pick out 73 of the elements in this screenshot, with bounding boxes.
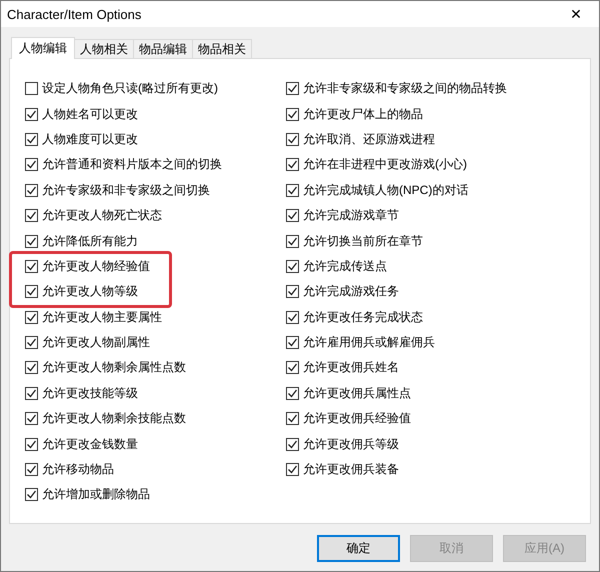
- window-title: Character/Item Options: [7, 6, 142, 22]
- option-label[interactable]: 允许雇用佣兵或解雇佣兵: [303, 334, 435, 352]
- option-label[interactable]: 允许更改人物经验值: [42, 258, 150, 275]
- option-label[interactable]: 允许更改人物副属性: [42, 334, 150, 352]
- checkbox[interactable]: [25, 132, 38, 146]
- checkbox[interactable]: [25, 463, 38, 476]
- tab[interactable]: 物品相关: [192, 39, 252, 58]
- checkbox[interactable]: [25, 285, 38, 298]
- tab[interactable]: 物品编辑: [133, 39, 193, 58]
- checkbox[interactable]: [286, 132, 299, 146]
- checkbox[interactable]: [286, 158, 299, 172]
- option-label[interactable]: 允许更改任务完成状态: [303, 308, 423, 326]
- checkbox[interactable]: [286, 108, 299, 121]
- checkbox[interactable]: [286, 361, 299, 374]
- checkbox[interactable]: [286, 260, 299, 273]
- checkbox[interactable]: [25, 488, 38, 502]
- option-label[interactable]: 允许更改人物死亡状态: [42, 207, 162, 224]
- option-label[interactable]: 允许移动物品: [42, 461, 114, 478]
- option-label[interactable]: 允许非专家级和专家级之间的物品转换: [303, 80, 507, 98]
- option-label[interactable]: 允许专家级和非专家级之间切换: [42, 182, 210, 199]
- option-label[interactable]: 允许降低所有能力: [42, 232, 138, 250]
- checkbox[interactable]: [25, 260, 38, 273]
- checkbox[interactable]: [286, 82, 299, 96]
- option-label[interactable]: 允许更改人物剩余属性点数: [42, 359, 186, 376]
- checkbox[interactable]: [25, 386, 38, 400]
- checkbox[interactable]: [25, 438, 38, 451]
- option-label[interactable]: 允许完成传送点: [303, 258, 387, 275]
- option-label[interactable]: 允许更改人物剩余技能点数: [42, 410, 186, 428]
- checkbox[interactable]: [286, 412, 299, 426]
- checkbox[interactable]: [286, 463, 299, 476]
- close-button[interactable]: ✕: [553, 1, 599, 27]
- option-label[interactable]: 允许更改佣兵装备: [303, 461, 399, 478]
- option-label[interactable]: 允许普通和资料片版本之间的切换: [42, 156, 222, 174]
- tab[interactable]: 人物编辑: [11, 37, 75, 59]
- option-label[interactable]: 设定人物角色只读(略过所有更改): [42, 80, 218, 98]
- option-label[interactable]: 允许更改人物主要属性: [42, 308, 162, 326]
- checkbox[interactable]: [25, 108, 38, 121]
- option-label[interactable]: 允许完成城镇人物(NPC)的对话: [303, 182, 468, 199]
- checkbox[interactable]: [286, 209, 299, 222]
- checkbox[interactable]: [25, 361, 38, 374]
- option-label[interactable]: 允许更改金钱数量: [42, 436, 138, 453]
- checkbox[interactable]: [25, 184, 38, 197]
- option-label[interactable]: 人物姓名可以更改: [42, 106, 138, 123]
- checkbox[interactable]: [286, 336, 299, 350]
- checkbox[interactable]: [25, 158, 38, 172]
- dialog-button[interactable]: 确定: [317, 535, 400, 562]
- checkbox[interactable]: [25, 234, 38, 248]
- checkbox[interactable]: [25, 310, 38, 324]
- checkbox[interactable]: [286, 184, 299, 197]
- checkbox[interactable]: [286, 386, 299, 400]
- tab[interactable]: 人物相关: [74, 39, 134, 58]
- option-label[interactable]: 允许完成游戏任务: [303, 283, 399, 300]
- option-label[interactable]: 允许更改佣兵经验值: [303, 410, 411, 428]
- option-label[interactable]: 允许在非进程中更改游戏(小心): [303, 156, 467, 174]
- option-label[interactable]: 允许增加或删除物品: [42, 486, 150, 504]
- option-label[interactable]: 允许更改技能等级: [42, 384, 138, 402]
- checkbox[interactable]: [286, 285, 299, 298]
- option-label[interactable]: 允许更改佣兵属性点: [303, 384, 411, 402]
- checkbox[interactable]: [25, 412, 38, 426]
- option-label[interactable]: 允许更改尸体上的物品: [303, 106, 423, 123]
- checkbox[interactable]: [25, 82, 38, 96]
- option-label[interactable]: 允许更改佣兵等级: [303, 436, 399, 453]
- option-label[interactable]: 允许取消、还原游戏进程: [303, 130, 435, 148]
- option-label[interactable]: 允许更改佣兵姓名: [303, 359, 399, 376]
- checkbox[interactable]: [25, 336, 38, 350]
- option-label[interactable]: 人物难度可以更改: [42, 130, 138, 148]
- option-label[interactable]: 允许更改人物等级: [42, 283, 138, 300]
- checkbox[interactable]: [286, 438, 299, 451]
- checkbox[interactable]: [25, 209, 38, 222]
- option-label[interactable]: 允许切换当前所在章节: [303, 232, 423, 250]
- checkbox[interactable]: [286, 310, 299, 324]
- option-label[interactable]: 允许完成游戏章节: [303, 207, 399, 224]
- checkbox[interactable]: [286, 234, 299, 248]
